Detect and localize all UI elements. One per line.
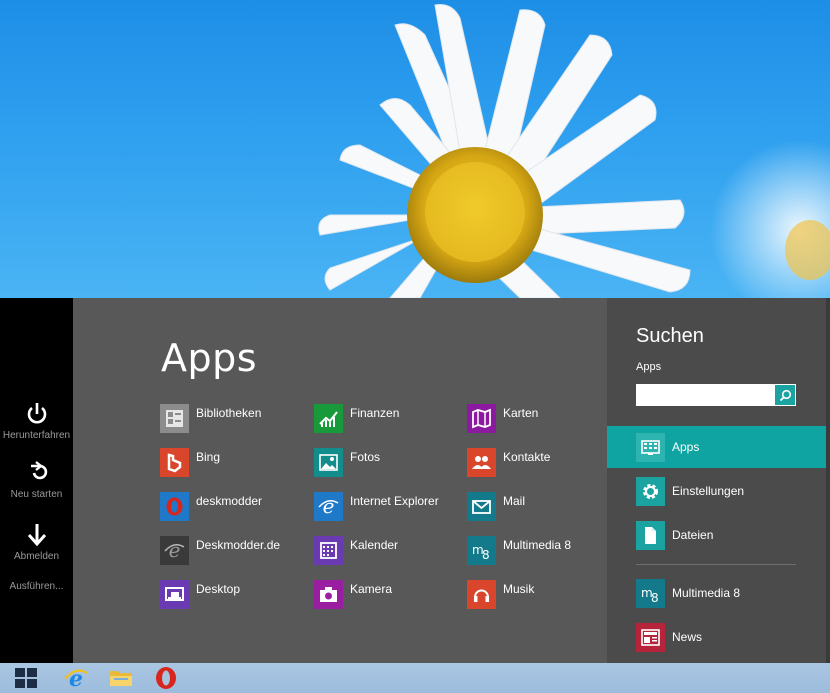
search-result-multimedia-8[interactable]: m8 Multimedia 8	[607, 572, 826, 614]
search-button[interactable]	[774, 384, 796, 406]
svg-text:e: e	[69, 666, 83, 690]
app-tile-finanzen[interactable]: Finanzen	[314, 404, 399, 436]
start-button[interactable]	[6, 665, 46, 691]
arrow-down-icon	[27, 524, 46, 547]
search-result-news[interactable]: News	[607, 616, 826, 658]
headphones-icon	[467, 580, 496, 609]
app-label: Deskmodder.de	[196, 538, 281, 552]
app-tile-kontakte[interactable]: Kontakte	[467, 448, 550, 480]
opera-icon	[156, 667, 176, 689]
apps-heading: Apps	[161, 336, 258, 380]
app-tile-deskmodder-de[interactable]: e Deskmodder.de	[160, 536, 280, 568]
finance-icon	[314, 404, 343, 433]
app-tile-internet-explorer[interactable]: e Internet Explorer	[314, 492, 439, 524]
app-tile-bing[interactable]: Bing	[160, 448, 220, 480]
libraries-icon	[160, 404, 189, 433]
taskbar-opera[interactable]	[146, 665, 186, 691]
app-label: Karten	[503, 406, 539, 420]
calendar-icon	[314, 536, 343, 565]
search-category-settings[interactable]: Einstellungen	[607, 470, 826, 512]
app-label: deskmodder	[196, 494, 263, 508]
multimedia-icon: m8	[636, 578, 665, 608]
signout-label: Abmelden	[13, 551, 60, 562]
search-result-label: News	[672, 630, 703, 644]
app-tile-fotos[interactable]: Fotos	[314, 448, 380, 480]
app-tile-musik[interactable]: Musik	[467, 580, 534, 612]
apps-icon	[636, 432, 665, 462]
app-tile-multimedia-8[interactable]: m8 Multimedia 8	[467, 536, 571, 568]
desktop-wallpaper	[0, 0, 830, 300]
desktop-icon	[160, 580, 189, 609]
svg-text:8: 8	[651, 591, 659, 605]
gear-icon	[636, 476, 665, 506]
app-label: Kalender	[350, 538, 399, 552]
app-tile-kamera[interactable]: Kamera	[314, 580, 392, 612]
camera-icon	[314, 580, 343, 609]
app-tile-kalender[interactable]: Kalender	[314, 536, 398, 568]
app-label: Kontakte	[503, 450, 551, 464]
internet-explorer-gray-icon: e	[160, 536, 189, 565]
taskbar: e	[0, 663, 830, 693]
app-label: Musik	[503, 582, 535, 596]
app-label: Desktop	[196, 582, 241, 596]
restart-label: Neu starten	[10, 489, 63, 500]
app-label: Finanzen	[350, 406, 400, 420]
search-category-label: Apps	[672, 440, 700, 454]
search-category-files[interactable]: Dateien	[607, 514, 826, 556]
run-label: Ausführen...	[9, 581, 64, 592]
app-label: Multimedia 8	[503, 538, 572, 552]
news-icon	[636, 622, 665, 652]
multimedia-icon: m8	[467, 536, 496, 565]
app-label: Internet Explorer	[350, 494, 439, 508]
search-category-label: Einstellungen	[672, 484, 745, 498]
search-scope-label: Apps	[636, 361, 662, 373]
shutdown-button[interactable]: Herunterfahren	[0, 402, 73, 441]
daisy-flower-image	[318, 4, 830, 300]
photos-icon	[314, 448, 343, 477]
internet-explorer-icon: e	[64, 666, 88, 690]
svg-text:8: 8	[482, 548, 490, 562]
app-tile-deskmodder[interactable]: deskmodder	[160, 492, 262, 524]
search-input[interactable]	[636, 384, 796, 406]
restart-icon	[30, 461, 47, 480]
taskbar-internet-explorer[interactable]: e	[56, 665, 96, 691]
search-category-apps[interactable]: Apps	[607, 426, 826, 468]
run-button[interactable]: Ausführen...	[0, 581, 73, 592]
search-result-label: Multimedia 8	[672, 586, 741, 600]
svg-text:e: e	[323, 495, 335, 518]
windows-logo-icon	[15, 668, 37, 688]
search-pane-scrollbar[interactable]	[826, 298, 830, 663]
app-tile-karten[interactable]: Karten	[467, 404, 538, 436]
folder-icon	[110, 671, 132, 686]
svg-text:e: e	[169, 539, 181, 562]
internet-explorer-icon: e	[314, 492, 343, 521]
app-label: Mail	[503, 494, 526, 508]
power-options-panel: Herunterfahren Neu starten Abmelden Ausf…	[0, 298, 73, 663]
app-label: Kamera	[350, 582, 393, 596]
app-tile-bibliotheken[interactable]: Bibliotheken	[160, 404, 261, 436]
app-tile-mail[interactable]: Mail	[467, 492, 525, 524]
app-label: Bing	[196, 450, 221, 464]
shutdown-label: Herunterfahren	[2, 430, 71, 441]
restart-button[interactable]: Neu starten	[0, 461, 73, 500]
search-divider	[636, 564, 796, 565]
maps-icon	[467, 404, 496, 433]
signout-button[interactable]: Abmelden	[0, 523, 73, 562]
app-label: Bibliotheken	[196, 406, 262, 420]
file-icon	[636, 520, 665, 550]
people-icon	[467, 448, 496, 477]
search-pane: Suchen Apps Apps Einstellungen Dateien m…	[607, 298, 830, 663]
app-tile-desktop[interactable]: Desktop	[160, 580, 240, 612]
power-icon	[27, 403, 46, 424]
app-label: Fotos	[350, 450, 381, 464]
search-title: Suchen	[636, 325, 704, 347]
taskbar-file-explorer[interactable]	[101, 665, 141, 691]
bing-icon	[160, 448, 189, 477]
opera-icon	[160, 492, 189, 521]
search-category-label: Dateien	[672, 528, 714, 542]
search-icon	[779, 389, 791, 401]
apps-view: Apps Bibliotheken Bing deskmodder e Desk…	[73, 298, 607, 663]
mail-icon	[467, 492, 496, 521]
